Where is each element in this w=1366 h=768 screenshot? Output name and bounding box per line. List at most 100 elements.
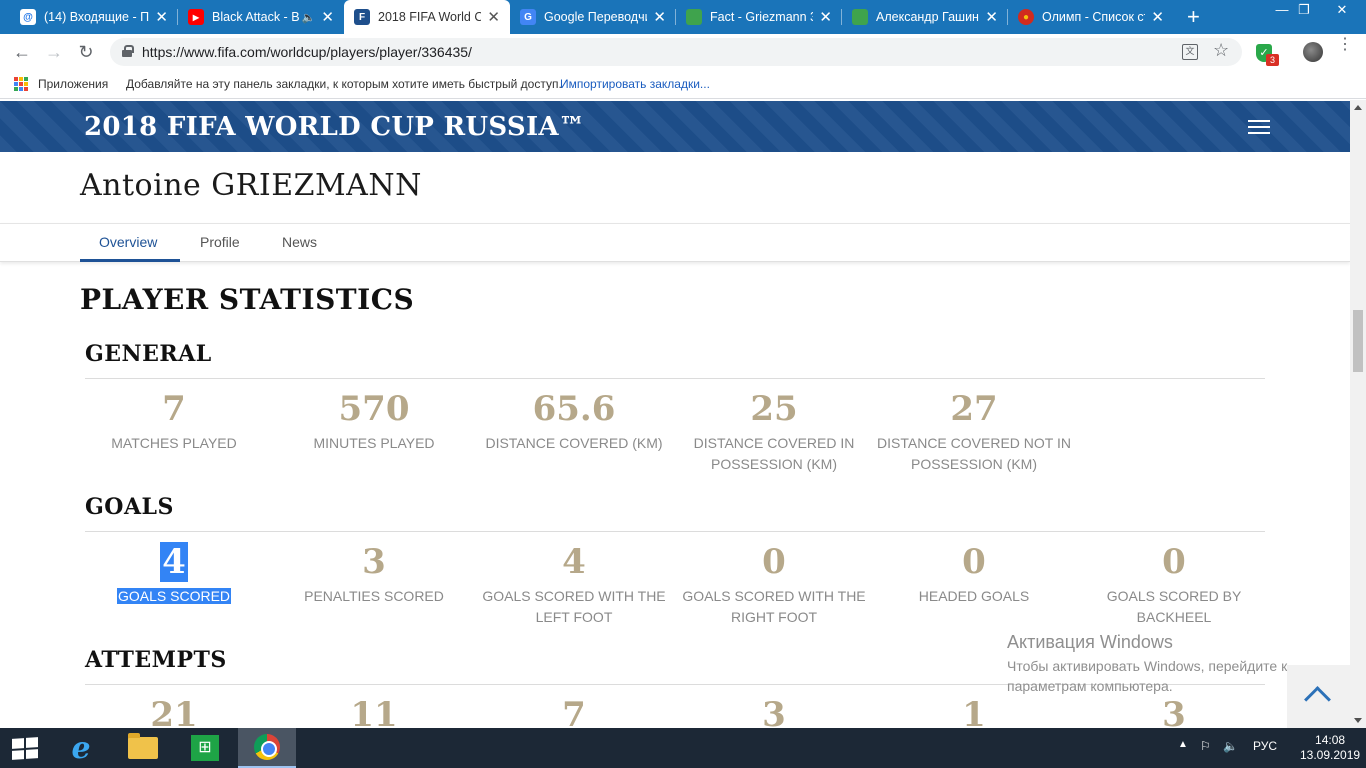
tab-overview[interactable]: Overview [99, 234, 157, 250]
browser-tab-gashin[interactable]: Александр Гашин ✕ [842, 0, 1008, 34]
tab-title: (14) Входящие - Почта [44, 10, 150, 24]
bookmarks-bar: Приложения Добавляйте на эту панель закл… [0, 70, 1366, 99]
chrome-icon[interactable] [238, 728, 296, 768]
stat-attempt: 1 [874, 695, 1074, 728]
stat-value: 1 [962, 695, 986, 728]
stat-label: MINUTES PLAYED [313, 435, 435, 451]
translate-page-icon[interactable]: 文 [1182, 44, 1198, 60]
stat-value: 0 [1162, 542, 1186, 582]
tab-profile[interactable]: Profile [200, 234, 240, 250]
close-tab-icon[interactable]: ✕ [1151, 8, 1164, 26]
close-tab-icon[interactable]: ✕ [155, 8, 168, 26]
taskbar-clock[interactable]: 14:08 13.09.2019 [1300, 733, 1360, 763]
restore-button[interactable]: ❐ [1284, 0, 1324, 22]
windows-activation-watermark: Активация Windows Чтобы активировать Win… [1007, 632, 1317, 696]
close-tab-icon[interactable]: ✕ [321, 8, 334, 26]
new-tab-button[interactable]: + [1187, 4, 1200, 30]
tab-title: Fact - Griezmann 3 [710, 10, 814, 24]
group-title-general: GENERAL [85, 341, 212, 367]
stat-attempt: 7 [474, 695, 674, 728]
language-indicator[interactable]: РУС [1253, 739, 1277, 753]
extension-badge: 3 [1266, 54, 1279, 66]
chrome-menu-icon[interactable]: ⋮ [1337, 37, 1353, 53]
stat-right-foot-goals: 0 GOALS SCORED WITH THE RIGHT FOOT [674, 542, 874, 628]
clock-date: 13.09.2019 [1300, 748, 1361, 762]
show-hidden-icons-icon[interactable]: ▲ [1178, 739, 1188, 750]
browser-tab-mail[interactable]: @ (14) Входящие - Почта ✕ [10, 0, 178, 34]
stat-value: 3 [1162, 695, 1186, 728]
tab-title: 2018 FIFA World Cup [378, 10, 482, 24]
scrollbar-thumb[interactable] [1353, 310, 1363, 372]
browser-tab-youtube[interactable]: ▶ Black Attack - Black 🔈 ✕ [178, 0, 344, 34]
tab-title: Александр Гашин [876, 10, 979, 24]
windows-taskbar: e ⊞ ▲ ⚐ 🔈 РУС 14:08 13.09.2019 [0, 728, 1366, 768]
close-tab-icon[interactable]: ✕ [487, 8, 500, 26]
stat-label: MATCHES PLAYED [111, 435, 237, 451]
stat-label: DISTANCE COVERED NOT IN POSSESSION (KM) [877, 435, 1071, 472]
stat-value: 21 [150, 695, 198, 728]
browser-tab-translate[interactable]: G Google Переводчик ✕ [510, 0, 676, 34]
active-tab-indicator [80, 259, 180, 262]
browser-tab-fact[interactable]: Fact - Griezmann 3 ✕ [676, 0, 842, 34]
stat-matches-played: 7 MATCHES PLAYED [74, 389, 274, 454]
stat-value: 0 [962, 542, 986, 582]
stat-label: DISTANCE COVERED (KM) [485, 435, 663, 451]
scroll-down-arrow-icon[interactable] [1354, 718, 1362, 723]
stat-penalties-scored: 3 PENALTIES SCORED [274, 542, 474, 607]
stat-label: GOALS SCORED BY BACKHEEL [1106, 588, 1242, 625]
stat-attempt: 11 [274, 695, 474, 728]
hamburger-menu-icon[interactable] [1248, 120, 1270, 138]
import-bookmarks-link[interactable]: Импортировать закладки... [560, 77, 710, 91]
group-title-attempts: ATTEMPTS [85, 647, 227, 673]
close-tab-icon[interactable]: ✕ [819, 8, 832, 26]
apps-grid-icon[interactable] [14, 77, 28, 91]
stat-value: 27 [950, 389, 998, 429]
tab-strip: @ (14) Входящие - Почта ✕ ▶ Black Attack… [0, 0, 1366, 34]
tab-news[interactable]: News [282, 234, 317, 250]
mail-icon: @ [20, 9, 36, 25]
stat-label: HEADED GOALS [918, 588, 1030, 604]
browser-tab-olimp[interactable]: ● Олимп - Список ст ✕ [1008, 0, 1174, 34]
stat-label: GOALS SCORED [116, 588, 232, 604]
page-scrollbar[interactable] [1350, 100, 1366, 728]
stat-distance-in-possession: 25 DISTANCE COVERED IN POSSESSION (KM) [674, 389, 874, 475]
browser-tab-fifa[interactable]: F 2018 FIFA World Cup ✕ [344, 0, 510, 34]
close-window-button[interactable]: ✕ [1322, 0, 1362, 22]
clock-time: 14:08 [1315, 733, 1346, 747]
fifa-icon: F [354, 9, 370, 25]
stat-value: 4 [160, 542, 188, 582]
stat-value: 25 [750, 389, 798, 429]
google-translate-icon: G [520, 9, 536, 25]
start-icon[interactable] [12, 737, 38, 760]
stat-label: GOALS SCORED WITH THE RIGHT FOOT [682, 588, 866, 625]
olimp-icon: ● [1018, 9, 1034, 25]
address-bar[interactable]: https://www.fifa.com/worldcup/players/pl… [110, 38, 1242, 66]
network-icon[interactable]: ⚐ [1200, 739, 1211, 753]
audio-icon[interactable]: 🔈 [302, 11, 316, 24]
scroll-up-arrow-icon[interactable] [1354, 105, 1362, 110]
close-tab-icon[interactable]: ✕ [653, 8, 666, 26]
stat-distance-covered: 65.6 DISTANCE COVERED (KM) [474, 389, 674, 454]
forward-button[interactable]: → [42, 40, 66, 64]
section-title: PLAYER STATISTICS [80, 283, 415, 316]
site-title[interactable]: 2018 FIFA WORLD CUP RUSSIA™ [84, 112, 585, 142]
stat-value: 3 [762, 695, 786, 728]
stat-value: 4 [562, 542, 586, 582]
tab-title: Google Переводчик [544, 10, 648, 24]
stat-value: 570 [338, 389, 410, 429]
reload-button[interactable]: ↻ [74, 40, 98, 64]
internet-explorer-icon[interactable]: e [52, 728, 110, 768]
url-text[interactable]: https://www.fifa.com/worldcup/players/pl… [142, 44, 472, 60]
profile-avatar[interactable] [1303, 42, 1323, 62]
bookmark-star-icon[interactable]: ☆ [1213, 40, 1229, 61]
web-page: 2018 FIFA WORLD CUP RUSSIA™ Antoine GRIE… [0, 100, 1350, 728]
back-button[interactable]: ← [10, 40, 34, 64]
volume-icon[interactable]: 🔈 [1223, 739, 1238, 753]
store-icon[interactable]: ⊞ [176, 728, 234, 768]
lock-icon[interactable] [122, 45, 134, 57]
scroll-to-top-button[interactable] [1287, 665, 1350, 728]
apps-bookmark[interactable]: Приложения [38, 77, 108, 91]
file-explorer-icon[interactable] [114, 728, 172, 768]
stat-backheel-goals: 0 GOALS SCORED BY BACKHEEL [1074, 542, 1274, 628]
close-tab-icon[interactable]: ✕ [985, 8, 998, 26]
